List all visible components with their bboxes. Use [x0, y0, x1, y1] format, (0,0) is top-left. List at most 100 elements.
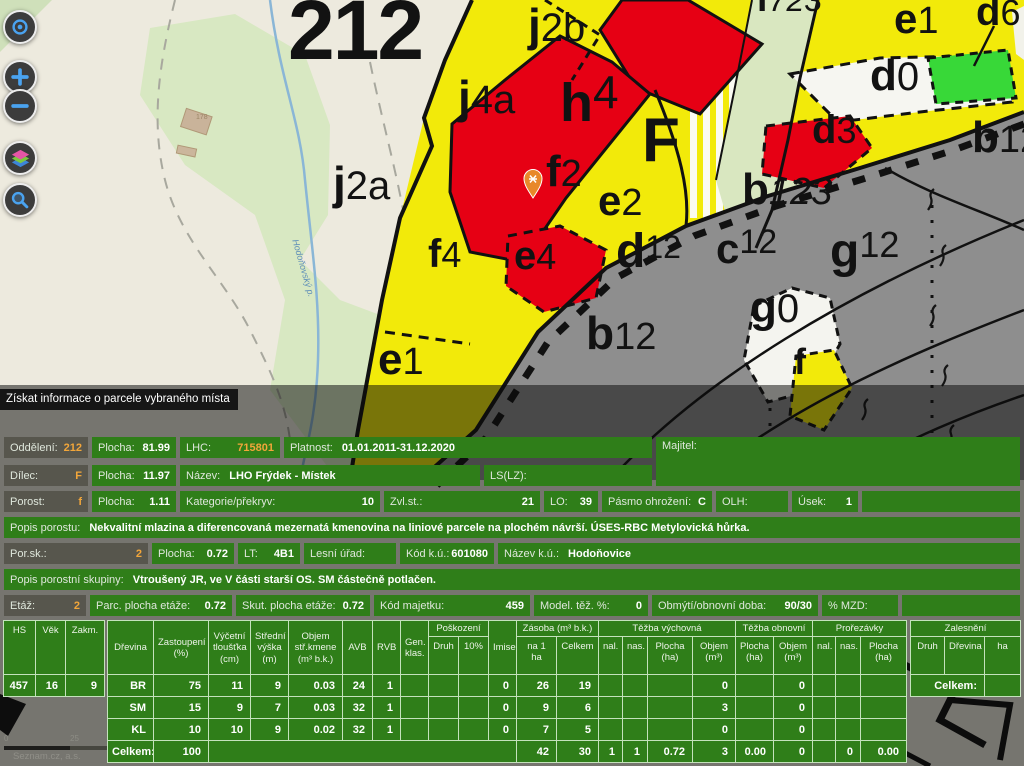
group-zalesneni: Zalesnění — [911, 621, 1021, 637]
cell — [599, 697, 623, 719]
locate-button[interactable] — [3, 10, 37, 44]
cell — [736, 697, 774, 719]
parcel-label-d12: d12 — [616, 228, 681, 276]
cell — [648, 719, 693, 741]
group-poskozeni: Poškození — [429, 621, 489, 637]
total-label: Celkem: — [108, 741, 154, 763]
col-objem-vych: Objem (m³) — [693, 637, 736, 675]
col-zal-ha: ha — [985, 637, 1021, 675]
cell: 10 — [154, 719, 209, 741]
building-number-label: 178 — [196, 114, 208, 121]
cell: 0.03 — [289, 697, 343, 719]
cell: 0 — [774, 719, 813, 741]
col-stredni: Střední výška (m) — [251, 621, 289, 675]
cell — [836, 675, 861, 697]
layers-icon — [9, 147, 32, 170]
cell — [648, 675, 693, 697]
field-plocha-oddeleni: Plocha:81.99 — [92, 437, 176, 458]
cell: 0 — [489, 697, 517, 719]
cell — [736, 675, 774, 697]
parcel-label-j2b: j2b — [528, 2, 585, 48]
parcel-label-d0: d0 — [870, 54, 919, 98]
field-kod-majetku: Kód majetku:459 — [374, 595, 530, 616]
field-pasmo: Pásmo ohrožení:C — [602, 491, 712, 512]
scale-tick-25: 25 — [70, 734, 79, 743]
col-avb: AVB — [343, 621, 373, 675]
cell: 30 — [557, 741, 599, 763]
cell: 1 — [373, 675, 401, 697]
cell — [836, 719, 861, 741]
parcel-label-h4: h4 — [560, 76, 619, 130]
cell — [401, 719, 429, 741]
layers-button[interactable] — [3, 141, 37, 175]
group-zasoba: Zásoba (m³ b.k.) — [517, 621, 599, 637]
group-prorezavky: Prořezávky — [813, 621, 907, 637]
field-nazev-ku: Název k.ú.:Hodoňovice — [498, 543, 1020, 564]
cell: BR — [108, 675, 154, 697]
parcel-label-f4: f4 — [428, 234, 461, 274]
field-popis-porostu: Popis porostu:Nekvalitní mlazina a difer… — [4, 517, 1020, 538]
parcel-label-j2a: j2a — [333, 160, 390, 206]
col-drevina: Dřevina — [108, 621, 154, 675]
cell: 6 — [557, 697, 599, 719]
col-rvb: RVB — [373, 621, 401, 675]
col-nas-pror: nas. — [836, 637, 861, 675]
cell: 7 — [517, 719, 557, 741]
map-application-window: 212 j2b j4a h4 j2a f2 e2 F e1 d6 d0 d3 b… — [0, 0, 1024, 766]
field-model-tez: Model. těž. %:0 — [534, 595, 648, 616]
cell: SM — [108, 697, 154, 719]
cell — [813, 697, 836, 719]
zoom-in-icon — [9, 66, 31, 88]
cell: 0 — [489, 675, 517, 697]
hs-table: HS Věk Zakm. 457 16 9 — [3, 620, 105, 697]
field-porost: Porost:f — [4, 491, 88, 512]
field-skut-plocha: Skut. plocha etáže:0.72 — [236, 595, 370, 616]
field-oddeleni: Oddělení:212 — [4, 437, 88, 458]
cell: 0 — [836, 741, 861, 763]
col-objem-obn: Objem (m³) — [774, 637, 813, 675]
cell: 0 — [693, 675, 736, 697]
cell: 7 — [251, 697, 289, 719]
parcel-label-F: F — [642, 110, 680, 172]
cell — [736, 719, 774, 741]
col-plocha-obn: Plocha (ha) — [736, 637, 774, 675]
map-tooltip: Získat informace o parcele vybraného mís… — [0, 389, 238, 410]
parcel-label-e1-bottom: e1 — [378, 338, 424, 382]
cell: 0 — [774, 741, 813, 763]
cell: 42 — [517, 741, 557, 763]
col-celkem: Celkem — [557, 637, 599, 675]
cell — [861, 697, 907, 719]
field-plocha-porost: Plocha:1.11 — [92, 491, 176, 512]
col-zal-drevina: Dřevina — [945, 637, 985, 675]
field-majitel: Majitel: — [656, 437, 1020, 486]
cell: 0 — [774, 697, 813, 719]
cell: 19 — [557, 675, 599, 697]
field-lesni-urad: Lesní úřad: — [304, 543, 396, 564]
col-10pct: 10% — [459, 637, 489, 675]
field-platnost: Platnost:01.01.2011-31.12.2020 — [284, 437, 652, 458]
col-plocha-vych: Plocha (ha) — [648, 637, 693, 675]
cell — [599, 675, 623, 697]
parcel-label-e4: e4 — [514, 236, 556, 276]
table-row-br: BR751190.032410261900 — [108, 675, 907, 697]
cell: 0.72 — [648, 741, 693, 763]
cell — [459, 697, 489, 719]
zoom-out-button[interactable] — [3, 89, 37, 123]
zalesneni-table: Zalesnění Druh Dřevina ha Celkem: — [910, 620, 1021, 697]
parcel-label-b12-right: b12 — [972, 116, 1024, 160]
search-button[interactable] — [3, 183, 37, 217]
field-olh: OLH: — [716, 491, 788, 512]
cell — [861, 719, 907, 741]
cell: 0 — [489, 719, 517, 741]
map-attribution: Seznam.cz, a.s. — [13, 751, 81, 762]
field-etaz: Etáž:2 — [4, 595, 86, 616]
cell — [429, 675, 459, 697]
cell: 10 — [209, 719, 251, 741]
group-tezba-vychovna: Těžba výchovná — [599, 621, 736, 637]
parcel-label-d6: d6 — [976, 0, 1020, 32]
hs-header: HS — [4, 621, 36, 675]
parcel-label-g0: g0 — [750, 286, 799, 330]
table-row: 457 16 9 — [4, 675, 105, 697]
vek-header: Věk — [36, 621, 66, 675]
parcel-label-d3: d3 — [812, 110, 856, 150]
